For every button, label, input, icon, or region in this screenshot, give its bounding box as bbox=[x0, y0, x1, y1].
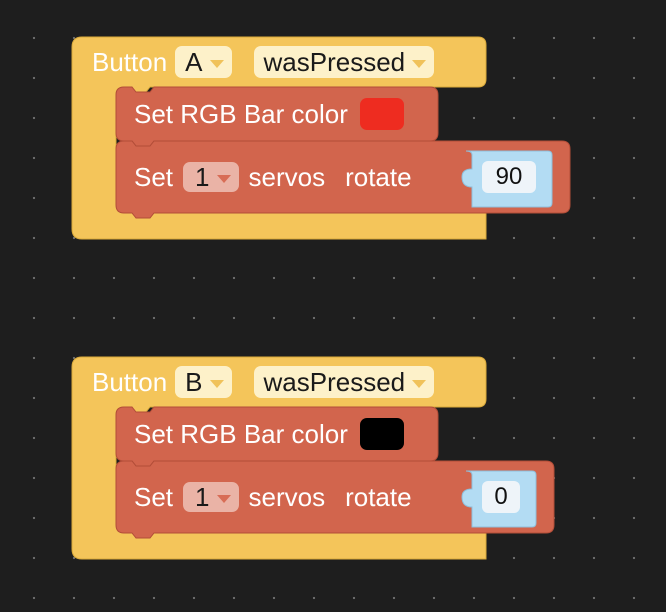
rgb-color-swatch[interactable] bbox=[359, 98, 404, 130]
angle-input[interactable]: 90 bbox=[482, 161, 536, 193]
button-select-value: A bbox=[185, 46, 203, 77]
rotate-label: rotate bbox=[345, 161, 412, 192]
servo-index-dropdown[interactable]: 1 bbox=[183, 161, 239, 192]
chevron-down-icon bbox=[412, 59, 427, 68]
servo-index-dropdown[interactable]: 1 bbox=[183, 481, 239, 512]
button-action-value: wasPressed bbox=[263, 46, 406, 77]
angle-input[interactable]: 0 bbox=[482, 481, 520, 513]
servo-row: Set 1 servos rotate bbox=[134, 481, 412, 513]
rgb-color-swatch[interactable] bbox=[359, 418, 404, 450]
event-label: Button bbox=[92, 46, 168, 77]
button-action-dropdown[interactable]: wasPressed bbox=[253, 366, 435, 398]
servos-label: servos bbox=[248, 481, 326, 512]
button-action-value: wasPressed bbox=[263, 366, 406, 397]
servo-set-label: Set bbox=[134, 481, 174, 512]
angle-value: 90 bbox=[495, 163, 523, 190]
chevron-down-icon bbox=[209, 59, 224, 68]
button-select-dropdown[interactable]: B bbox=[175, 366, 232, 398]
rgb-bar-row: Set RGB Bar color bbox=[134, 418, 404, 450]
button-select-value: B bbox=[185, 366, 203, 397]
button-action-dropdown[interactable]: wasPressed bbox=[253, 46, 435, 78]
chevron-down-icon bbox=[412, 379, 427, 388]
rgb-bar-color-block[interactable]: Set RGB Bar color bbox=[115, 86, 439, 147]
servos-label: servos bbox=[248, 161, 326, 192]
rgb-bar-label: Set RGB Bar color bbox=[134, 98, 348, 129]
servo-row: Set 1 servos rotate bbox=[134, 161, 412, 193]
servo-rotate-block[interactable]: Set 1 servos rotate 90 bbox=[115, 140, 571, 219]
rgb-bar-label: Set RGB Bar color bbox=[134, 418, 348, 449]
rotate-label: rotate bbox=[345, 481, 412, 512]
angle-value: 0 bbox=[494, 483, 508, 510]
servo-index-value: 1 bbox=[195, 481, 210, 512]
button-b-event-row: Button B wasPressed bbox=[72, 357, 435, 407]
button-a-event-row: Button A wasPressed bbox=[72, 37, 435, 87]
chevron-down-icon bbox=[216, 174, 231, 183]
servo-index-value: 1 bbox=[195, 161, 210, 192]
chevron-down-icon bbox=[209, 379, 224, 388]
rgb-bar-color-block[interactable]: Set RGB Bar color bbox=[115, 406, 439, 467]
rgb-bar-row: Set RGB Bar color bbox=[134, 98, 404, 130]
servo-rotate-block[interactable]: Set 1 servos rotate 0 bbox=[115, 460, 555, 539]
chevron-down-icon bbox=[216, 494, 231, 503]
servo-set-label: Set bbox=[134, 161, 174, 192]
button-select-dropdown[interactable]: A bbox=[175, 46, 232, 78]
event-label: Button bbox=[92, 366, 168, 397]
